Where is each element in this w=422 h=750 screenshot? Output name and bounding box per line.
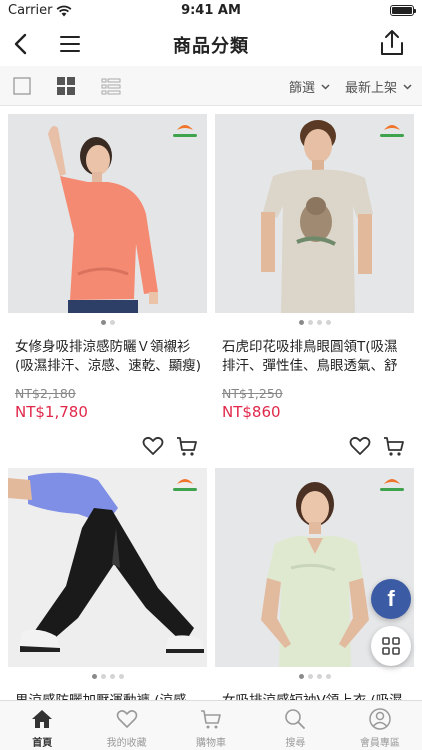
brand-logo	[380, 479, 404, 491]
page-title: 商品分類	[173, 36, 249, 57]
tab-home[interactable]: 首頁	[0, 701, 84, 750]
list-view-icon[interactable]	[101, 76, 121, 96]
image-pager-dots	[8, 674, 207, 679]
grid-view-icon[interactable]	[56, 76, 76, 96]
facebook-button[interactable]: f	[371, 579, 411, 619]
share-icon[interactable]	[378, 28, 406, 58]
cart-icon	[201, 710, 221, 729]
original-price: NT$1,250	[222, 386, 283, 401]
image-pager-dots	[215, 320, 414, 325]
search-icon	[285, 709, 306, 729]
tab-cart[interactable]: 購物車	[169, 701, 253, 750]
sale-price: NT$860	[222, 403, 281, 421]
tab-label: 購物車	[196, 738, 227, 749]
sale-price: NT$1,780	[15, 403, 88, 421]
heart-icon	[116, 710, 137, 728]
product-name[interactable]: 石虎印花吸排鳥眼圓領T(吸濕排汗、彈性佳、鳥眼透氣、舒適)	[222, 338, 410, 376]
sort-dropdown[interactable]: 最新上架	[345, 77, 412, 96]
add-to-cart-icon[interactable]	[382, 434, 406, 458]
tab-member[interactable]: 會員專區	[338, 701, 422, 750]
image-pager-dots	[8, 320, 207, 325]
tab-label: 我的收藏	[106, 738, 147, 749]
status-bar: Carrier 9:41 AM	[0, 0, 422, 22]
list-toolbar: 篩選 最新上架	[0, 66, 422, 106]
battery-icon	[390, 5, 416, 16]
tab-label: 首頁	[32, 738, 53, 749]
chevron-down-icon	[403, 83, 412, 90]
grid-menu-icon	[382, 637, 400, 655]
tab-label: 會員專區	[359, 738, 400, 749]
chevron-down-icon	[321, 83, 330, 90]
tab-label: 搜尋	[285, 738, 306, 749]
product-image[interactable]	[215, 114, 414, 313]
original-price: NT$2,180	[15, 386, 76, 401]
filter-dropdown[interactable]: 篩選	[289, 77, 330, 96]
filter-label: 篩選	[288, 81, 315, 96]
single-view-icon[interactable]	[12, 76, 32, 96]
brand-logo	[380, 125, 404, 137]
tab-favorites[interactable]: 我的收藏	[84, 701, 168, 750]
favorite-heart-icon[interactable]	[348, 434, 372, 458]
tab-search[interactable]: 搜尋	[253, 701, 337, 750]
home-icon	[32, 710, 53, 728]
sort-label: 最新上架	[344, 81, 397, 96]
facebook-icon: f	[387, 586, 395, 611]
tab-bar: 首頁 我的收藏 購物車 搜尋 會員專區	[0, 700, 422, 750]
product-name[interactable]: 女修身吸排涼感防曬Ｖ領襯衫(吸濕排汗、涼感、速乾、顯瘦)	[15, 338, 203, 376]
brand-logo	[173, 125, 197, 137]
nav-bar: 商品分類	[0, 22, 422, 66]
user-icon	[369, 708, 391, 730]
quick-menu-button[interactable]	[371, 626, 411, 666]
add-to-cart-icon[interactable]	[175, 434, 199, 458]
product-image[interactable]	[8, 114, 207, 313]
product-image[interactable]	[8, 468, 207, 667]
favorite-heart-icon[interactable]	[141, 434, 165, 458]
clock: 9:41 AM	[181, 3, 241, 18]
image-pager-dots	[215, 674, 414, 679]
brand-logo	[173, 479, 197, 491]
